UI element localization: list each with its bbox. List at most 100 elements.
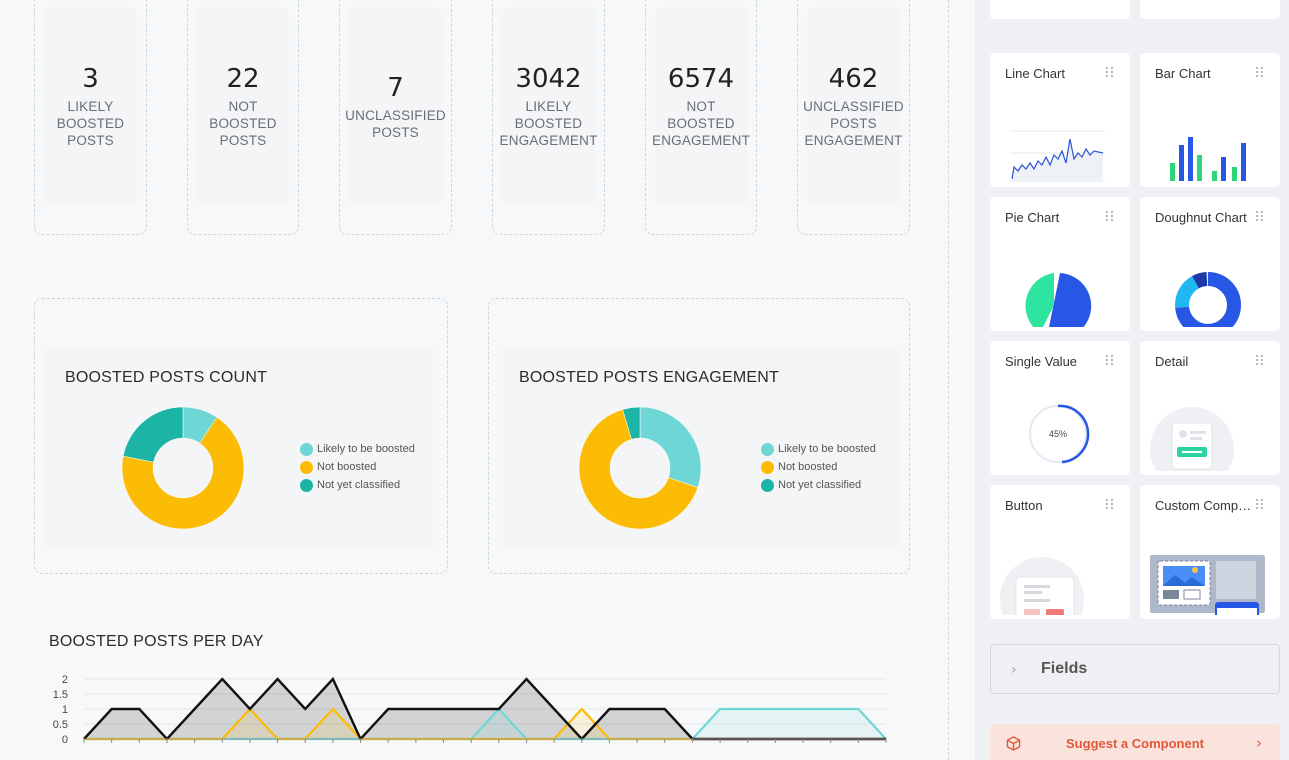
legend-item[interactable]: Not boosted xyxy=(761,458,876,476)
component-tile-bar-chart[interactable]: Bar Chart xyxy=(1140,53,1280,187)
chart-title: BOOSTED POSTS COUNT xyxy=(65,369,268,386)
component-tile-pie-chart[interactable]: Pie Chart xyxy=(990,197,1130,339)
stat-card[interactable]: 6574 NOT BOOSTED ENGAGEMENT xyxy=(645,0,757,235)
stat-label: LIKELY xyxy=(525,99,572,114)
stat-label: ENGAGEMENT xyxy=(804,133,903,148)
y-tick-label: 0 xyxy=(62,734,68,746)
stat-card[interactable]: 22 NOT BOOSTED POSTS xyxy=(187,0,299,235)
component-title: Line Chart xyxy=(1005,66,1065,81)
donut-chart-engagement xyxy=(578,406,702,530)
stat-label: POSTS xyxy=(830,116,877,131)
component-tile-timeline-thumbnail[interactable] xyxy=(1140,0,1280,19)
drag-handle-icon[interactable] xyxy=(1256,355,1264,366)
y-tick-label: 1 xyxy=(62,704,68,716)
legend-label: Not yet classified xyxy=(317,479,401,491)
legend-item[interactable]: Not yet classified xyxy=(300,476,415,494)
area-chart-per-day: 0 0.5 1 1.5 2 xyxy=(53,674,887,746)
component-title: Single Value xyxy=(1005,354,1078,369)
drag-handle-icon[interactable] xyxy=(1106,355,1114,366)
drag-handle-icon[interactable] xyxy=(1256,211,1264,222)
stat-body: 3 LIKELY BOOSTED POSTS xyxy=(44,7,137,206)
legend-swatch xyxy=(761,460,774,474)
stat-body: 22 NOT BOOSTED POSTS xyxy=(197,7,289,206)
component-tile-doughnut-chart[interactable]: Doughnut Chart xyxy=(1140,197,1280,338)
drag-handle-icon[interactable] xyxy=(1106,67,1114,78)
legend-item[interactable]: Not boosted xyxy=(300,458,415,476)
component-tile-table-thumbnail[interactable] xyxy=(990,0,1130,19)
component-title: Bar Chart xyxy=(1155,66,1211,81)
stat-card[interactable]: 7 UNCLASSIFIED POSTS xyxy=(339,0,452,235)
timeline-thumbnail-icon xyxy=(1140,0,1280,15)
chart-legend: Likely to be boosted Not boosted Not yet c… xyxy=(761,440,876,494)
stat-label: NOT BOOSTED xyxy=(209,99,277,131)
chart-body: BOOSTED POSTS COUNT Likely to be boosted… xyxy=(43,349,439,547)
chart-legend: Likely to be boosted Not boosted Not yet c… xyxy=(300,440,415,494)
legend-swatch xyxy=(300,478,313,492)
suggest-component-button[interactable]: Suggest a Component › xyxy=(990,724,1280,760)
legend-swatch xyxy=(300,460,313,474)
component-tile-line-chart[interactable]: Line Chart xyxy=(990,53,1130,187)
donut-slice[interactable] xyxy=(122,406,184,463)
button-icon xyxy=(990,515,1130,641)
legend-item[interactable]: Likely to be boosted xyxy=(300,440,415,458)
legend-item[interactable]: Not yet classified xyxy=(761,476,876,494)
stat-label: POSTS xyxy=(372,124,419,140)
fields-section-toggle[interactable]: › Fields xyxy=(990,644,1280,694)
stat-label: ENGAGEMENT xyxy=(652,133,751,148)
stat-body: 6574 NOT BOOSTED ENGAGEMENT xyxy=(652,7,751,206)
legend-swatch xyxy=(761,442,774,456)
drag-handle-icon[interactable] xyxy=(1106,211,1114,222)
boosted-posts-count-card[interactable]: BOOSTED POSTS COUNT Likely to be boosted… xyxy=(34,298,448,574)
boosted-posts-engagement-card[interactable]: BOOSTED POSTS ENGAGEMENT Likely to be bo… xyxy=(488,298,910,574)
line-chart-icon xyxy=(990,83,1130,183)
stat-card[interactable]: 462 UNCLASSIFIED POSTS ENGAGEMENT xyxy=(797,0,910,235)
chart-title: BOOSTED POSTS PER DAY xyxy=(49,633,264,650)
drag-handle-icon[interactable] xyxy=(1256,499,1264,510)
stat-card[interactable]: 3042 LIKELY BOOSTED ENGAGEMENT xyxy=(492,0,605,235)
stat-label: UNCLASSIFIED xyxy=(345,107,446,123)
drag-handle-icon[interactable] xyxy=(1256,67,1264,78)
component-tile-custom-component[interactable]: Custom Comp… xyxy=(1140,485,1280,630)
stat-value: 462 xyxy=(828,64,879,94)
suggest-label: Suggest a Component xyxy=(1066,736,1204,751)
chevron-right-icon: › xyxy=(1011,662,1017,678)
component-title: Button xyxy=(1005,498,1043,513)
bar-chart-icon xyxy=(1140,83,1280,183)
legend-label: Not yet classified xyxy=(778,479,862,491)
stat-value: 22 xyxy=(226,64,260,94)
drag-handle-icon[interactable] xyxy=(1106,499,1114,510)
stat-card[interactable]: 3 LIKELY BOOSTED POSTS xyxy=(34,0,147,235)
chevron-right-icon: › xyxy=(1256,734,1262,752)
dashboard-canvas: 3 LIKELY BOOSTED POSTS 22 NOT BOOSTED POSTS 7 UN… xyxy=(0,0,965,760)
component-tile-detail-card[interactable]: Detail xyxy=(1140,341,1280,491)
stat-value: 3 xyxy=(82,64,99,94)
stat-label: UNCLASSIFIED xyxy=(803,99,904,114)
stat-label: POSTS xyxy=(219,133,267,148)
canvas-edge xyxy=(948,0,949,760)
stat-body: 3042 LIKELY BOOSTED ENGAGEMENT xyxy=(499,7,598,206)
y-tick-label: 0.5 xyxy=(53,719,68,731)
donut-slice[interactable] xyxy=(639,406,702,488)
component-tile-gauge[interactable]: Single Value 45% xyxy=(990,341,1130,475)
gauge-icon: 45% xyxy=(990,371,1130,471)
donut-chart-count xyxy=(121,406,245,530)
component-title: Detail xyxy=(1155,354,1189,369)
legend-label: Likely to be boosted xyxy=(778,443,876,455)
component-title: Custom Comp… xyxy=(1155,498,1252,513)
stat-label: ENGAGEMENT xyxy=(499,133,598,148)
stat-value: 3042 xyxy=(515,64,582,94)
gauge-value: 45% xyxy=(1049,429,1067,439)
legend-label: Likely to be boosted xyxy=(317,443,415,455)
pie-chart-icon xyxy=(990,227,1130,339)
stat-label: BOOSTED xyxy=(514,116,583,131)
stat-label: LIKELY xyxy=(67,99,114,114)
legend-item[interactable]: Likely to be boosted xyxy=(761,440,876,458)
stat-label: POSTS xyxy=(67,133,114,148)
y-tick-label: 1.5 xyxy=(53,689,68,701)
stat-label: BOOSTED xyxy=(56,116,125,131)
stat-value: 6574 xyxy=(667,64,735,94)
legend-swatch xyxy=(300,442,313,456)
component-tile-button[interactable]: Button xyxy=(990,485,1130,641)
stat-body: 7 UNCLASSIFIED POSTS xyxy=(345,7,446,206)
legend-swatch xyxy=(761,478,774,492)
